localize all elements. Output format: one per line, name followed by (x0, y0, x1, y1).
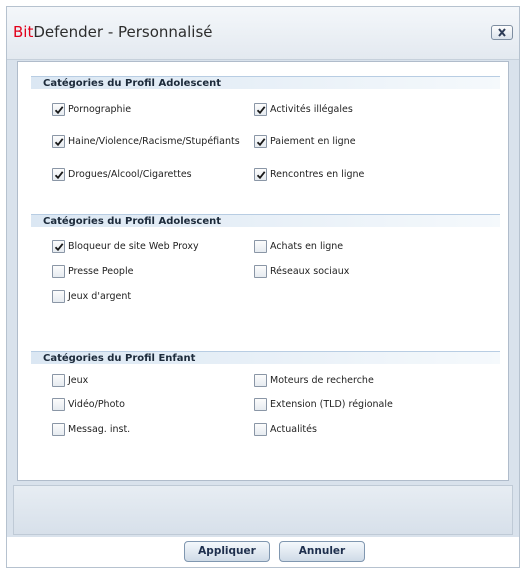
checkbox-label: Rencontres en ligne (270, 169, 365, 180)
checkbox-box[interactable] (52, 103, 65, 116)
apply-button[interactable]: Appliquer (184, 541, 270, 562)
checkbox-label: Moteurs de recherche (270, 375, 374, 386)
button-bar: Appliquer Annuler (7, 537, 519, 567)
checkmark-icon (256, 106, 266, 115)
checkbox-box[interactable] (52, 240, 65, 253)
title-brand-red: Bit (13, 23, 34, 41)
checkmark-icon (256, 138, 266, 147)
checkbox-label: Jeux (68, 375, 89, 386)
checkbox-box[interactable] (52, 398, 65, 411)
checkbox-label: Drogues/Alcool/Cigarettes (68, 169, 192, 180)
checkbox-box[interactable] (52, 265, 65, 278)
checkbox-box[interactable] (254, 135, 267, 148)
close-icon (498, 28, 506, 37)
checkbox-box[interactable] (254, 398, 267, 411)
categories-panel: Catégories du Profil Adolescent Pornogra… (17, 61, 509, 481)
checkbox-box[interactable] (254, 374, 267, 387)
checkbox-label: Paiement en ligne (270, 136, 356, 147)
checkbox-box[interactable] (254, 103, 267, 116)
checkbox-label: Bloqueur de site Web Proxy (68, 241, 199, 252)
title-bar: BitDefender - Personnalisé (7, 7, 519, 60)
checkbox-label: Activités illégales (270, 104, 353, 115)
checkmark-icon (54, 243, 64, 252)
checkbox-label: Presse People (68, 266, 134, 277)
checkbox-label: Extension (TLD) régionale (270, 399, 393, 410)
checkbox-box[interactable] (254, 423, 267, 436)
checkbox-box[interactable] (254, 265, 267, 278)
checkbox-box[interactable] (52, 290, 65, 303)
checkbox-label: Réseaux sociaux (270, 266, 350, 277)
window-title: BitDefender - Personnalisé (13, 23, 213, 41)
checkbox-label: Jeux d'argent (68, 291, 132, 302)
checkbox-box[interactable] (52, 374, 65, 387)
info-area (13, 485, 513, 535)
checkbox-label: Vidéo/Photo (68, 399, 125, 410)
checkmark-icon (54, 171, 64, 180)
checkbox-label: Achats en ligne (270, 241, 344, 252)
checkbox-box[interactable] (52, 135, 65, 148)
section-header-adolescent-1: Catégories du Profil Adolescent (31, 76, 500, 89)
checkbox-label: Messag. inst. (68, 424, 131, 435)
checkmark-icon (256, 171, 266, 180)
checkmark-icon (54, 138, 64, 147)
checkbox-box[interactable] (254, 168, 267, 181)
title-text: Defender - Personnalisé (33, 23, 213, 41)
checkbox-box[interactable] (52, 168, 65, 181)
close-button[interactable] (491, 25, 513, 40)
section-header-adolescent-2: Catégories du Profil Adolescent (31, 214, 500, 227)
checkbox-label: Pornographie (68, 104, 132, 115)
section-header-enfant: Catégories du Profil Enfant (31, 351, 500, 364)
checkmark-icon (54, 106, 64, 115)
checkbox-box[interactable] (52, 423, 65, 436)
checkbox-label: Haine/Violence/Racisme/Stupéfiants (68, 136, 240, 147)
cancel-button[interactable]: Annuler (279, 541, 365, 562)
checkbox-box[interactable] (254, 240, 267, 253)
dialog-window: BitDefender - Personnalisé Catégories du… (6, 6, 520, 568)
checkbox-label: Actualités (270, 424, 317, 435)
